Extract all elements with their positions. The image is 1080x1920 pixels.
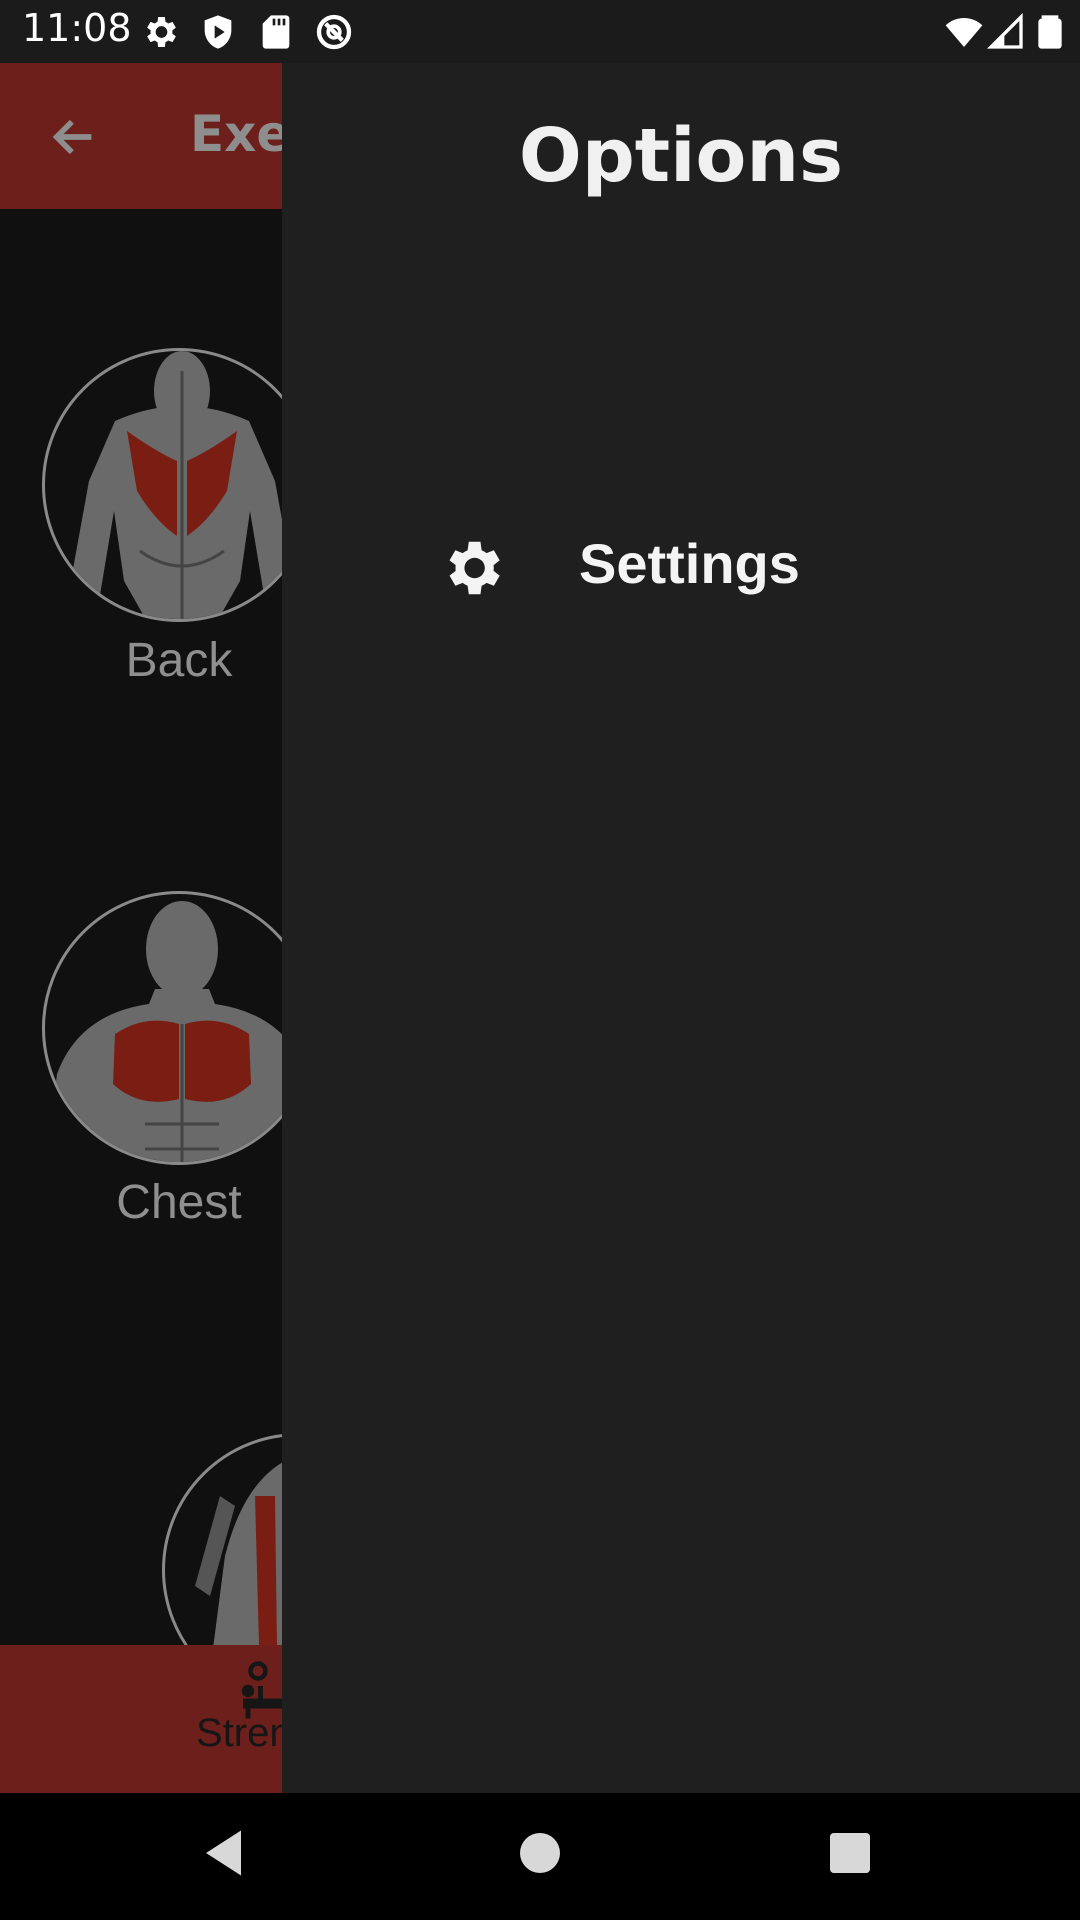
gear-icon — [449, 541, 500, 595]
wifi-icon — [945, 18, 983, 47]
back-muscles-illustration — [69, 351, 295, 619]
data-saver-icon — [316, 14, 352, 50]
back-triangle-icon[interactable] — [196, 1823, 256, 1883]
muscle-group-back[interactable] — [42, 348, 316, 622]
muscle-label-back: Back — [125, 634, 233, 687]
drawer-title: Options — [518, 113, 844, 199]
status-bar: 11:08 — [0, 0, 1080, 63]
drawer-item-label: Settings — [579, 532, 800, 595]
shield-icon — [204, 15, 232, 49]
drawer-item-settings[interactable]: Settings — [282, 503, 1080, 633]
signal-icon — [986, 12, 1023, 49]
bottom-nav-strength-label[interactable]: Stren — [196, 1711, 292, 1756]
sd-card-icon — [262, 15, 290, 49]
options-drawer: Options Settings — [282, 63, 1080, 1793]
back-arrow-icon[interactable] — [48, 111, 100, 163]
battery-icon — [1038, 15, 1062, 49]
muscle-label-chest: Chest — [116, 1176, 242, 1229]
chest-muscles-illustration — [45, 901, 313, 1162]
system-nav-bar — [0, 1793, 1080, 1920]
page-title: Exe — [190, 105, 291, 163]
status-time: 11:08 — [22, 6, 132, 50]
recents-square-icon[interactable] — [820, 1823, 880, 1883]
home-circle-icon[interactable] — [510, 1823, 570, 1883]
gear-icon — [147, 17, 176, 47]
muscle-group-chest[interactable] — [42, 891, 316, 1165]
